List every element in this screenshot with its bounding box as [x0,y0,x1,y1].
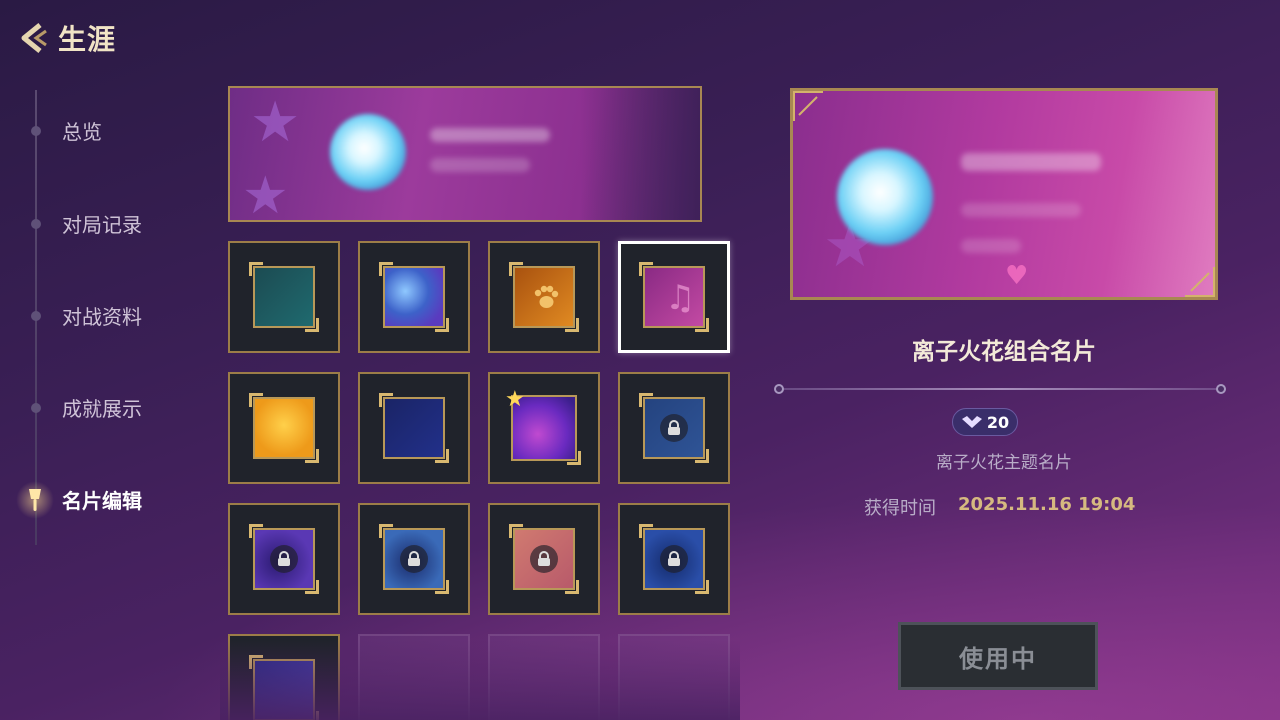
sidebar-item-label: 对战资料 [62,304,142,329]
sidebar-item-battle-stats[interactable]: 对战资料 [0,291,200,339]
sidebar-item-label: 对局记录 [62,212,142,237]
header: 生涯 [14,18,116,58]
sidebar-item-achievements[interactable]: 成就展示 [0,383,200,431]
card-thumbnail [379,393,449,463]
nav-dot [31,219,41,229]
sidebar-nav: 总览 对局记录 对战资料 成就展示 名片编辑 [0,90,210,550]
corner-ornament [793,91,823,121]
card-thumbnail [249,262,319,332]
card-thumbnail [509,262,579,332]
paw-icon [534,285,559,308]
card-tile-locked-deepblue[interactable] [618,503,730,615]
card-thumbnail [379,262,449,332]
card-tile-locked-violet[interactable] [228,503,340,615]
divider [778,388,1226,390]
sidebar-item-overview[interactable]: 总览 [0,106,200,154]
card-tile-starry-blue[interactable] [358,241,470,353]
card-tile-locked-indigo[interactable] [228,634,340,720]
selected-card-preview: ★ ♥ [790,88,1218,300]
obtain-time-value: 2025.11.16 19:04 [958,494,1136,515]
blurred-text [430,158,530,172]
card-tile-teal[interactable] [228,241,340,353]
card-thumbnail: ♫ [639,262,709,332]
card-tile-music-pink[interactable]: ♫ [618,241,730,353]
page-title: 生涯 [58,23,117,56]
music-note-icon: ♫ [665,278,696,318]
star-decoration: ★ [242,166,289,222]
card-subtitle: 离子火花主题名片 [936,453,1072,473]
card-tile-sun-yellow[interactable] [228,372,340,484]
star-decoration: ★ [250,90,301,155]
price-badge: 20 [952,408,1018,436]
card-tile-locked-coral[interactable] [488,503,600,615]
obtain-time-label: 获得时间 [864,498,936,519]
sidebar-item-label: 成就展示 [62,396,142,421]
blurred-text [961,203,1081,217]
nav-dot [31,126,41,136]
avatar-orb [330,114,406,190]
card-skin-grid: ♫ ★ [228,241,732,720]
lock-icon [270,545,298,573]
sidebar-item-card-edit[interactable]: 名片编辑 [0,475,200,523]
card-tile-comet-purple[interactable]: ★ [488,372,600,484]
empty-card-slot [358,634,470,720]
in-use-label: 使用中 [959,644,1037,673]
card-tile-locked-ocean[interactable] [358,503,470,615]
brush-icon [16,481,54,519]
in-use-button[interactable]: 使用中 [898,622,1098,690]
card-thumbnail [249,393,319,463]
price-value: 20 [986,412,1010,432]
card-thumbnail [249,655,319,720]
obtain-time-row: 获得时间 2025.11.16 19:04 [864,494,1135,520]
comet-star-icon: ★ [505,387,525,412]
blurred-text [961,153,1101,171]
sidebar-item-label: 总览 [62,119,102,144]
card-tile-navy[interactable] [358,372,470,484]
card-thumbnail [249,524,319,594]
heart-decoration: ♥ [1005,261,1029,291]
card-thumbnail [639,524,709,594]
corner-ornament [1185,267,1215,297]
chevron-left-icon[interactable] [14,19,52,57]
empty-card-slot [618,634,730,720]
card-tile-paw-orange[interactable] [488,241,600,353]
empty-card-slot [488,634,600,720]
sidebar-item-match-history[interactable]: 对局记录 [0,199,200,247]
nav-dot [31,403,41,413]
gem-currency-icon [961,416,982,428]
card-thumbnail [639,393,709,463]
lock-icon [660,414,688,442]
lock-icon [400,545,428,573]
blurred-text [430,128,550,142]
sidebar-item-label: 名片编辑 [62,488,142,513]
lock-icon [530,545,558,573]
card-tile-locked-blue[interactable] [618,372,730,484]
avatar-orb [837,149,933,245]
card-preview-banner: ★ ★ [228,86,702,222]
card-thumbnail: ★ [505,387,581,465]
card-thumbnail [509,524,579,594]
lock-icon [660,545,688,573]
card-title: 离子火花组合名片 [912,339,1096,365]
blurred-text [961,239,1021,253]
nav-dot [31,311,41,321]
card-thumbnail [379,524,449,594]
